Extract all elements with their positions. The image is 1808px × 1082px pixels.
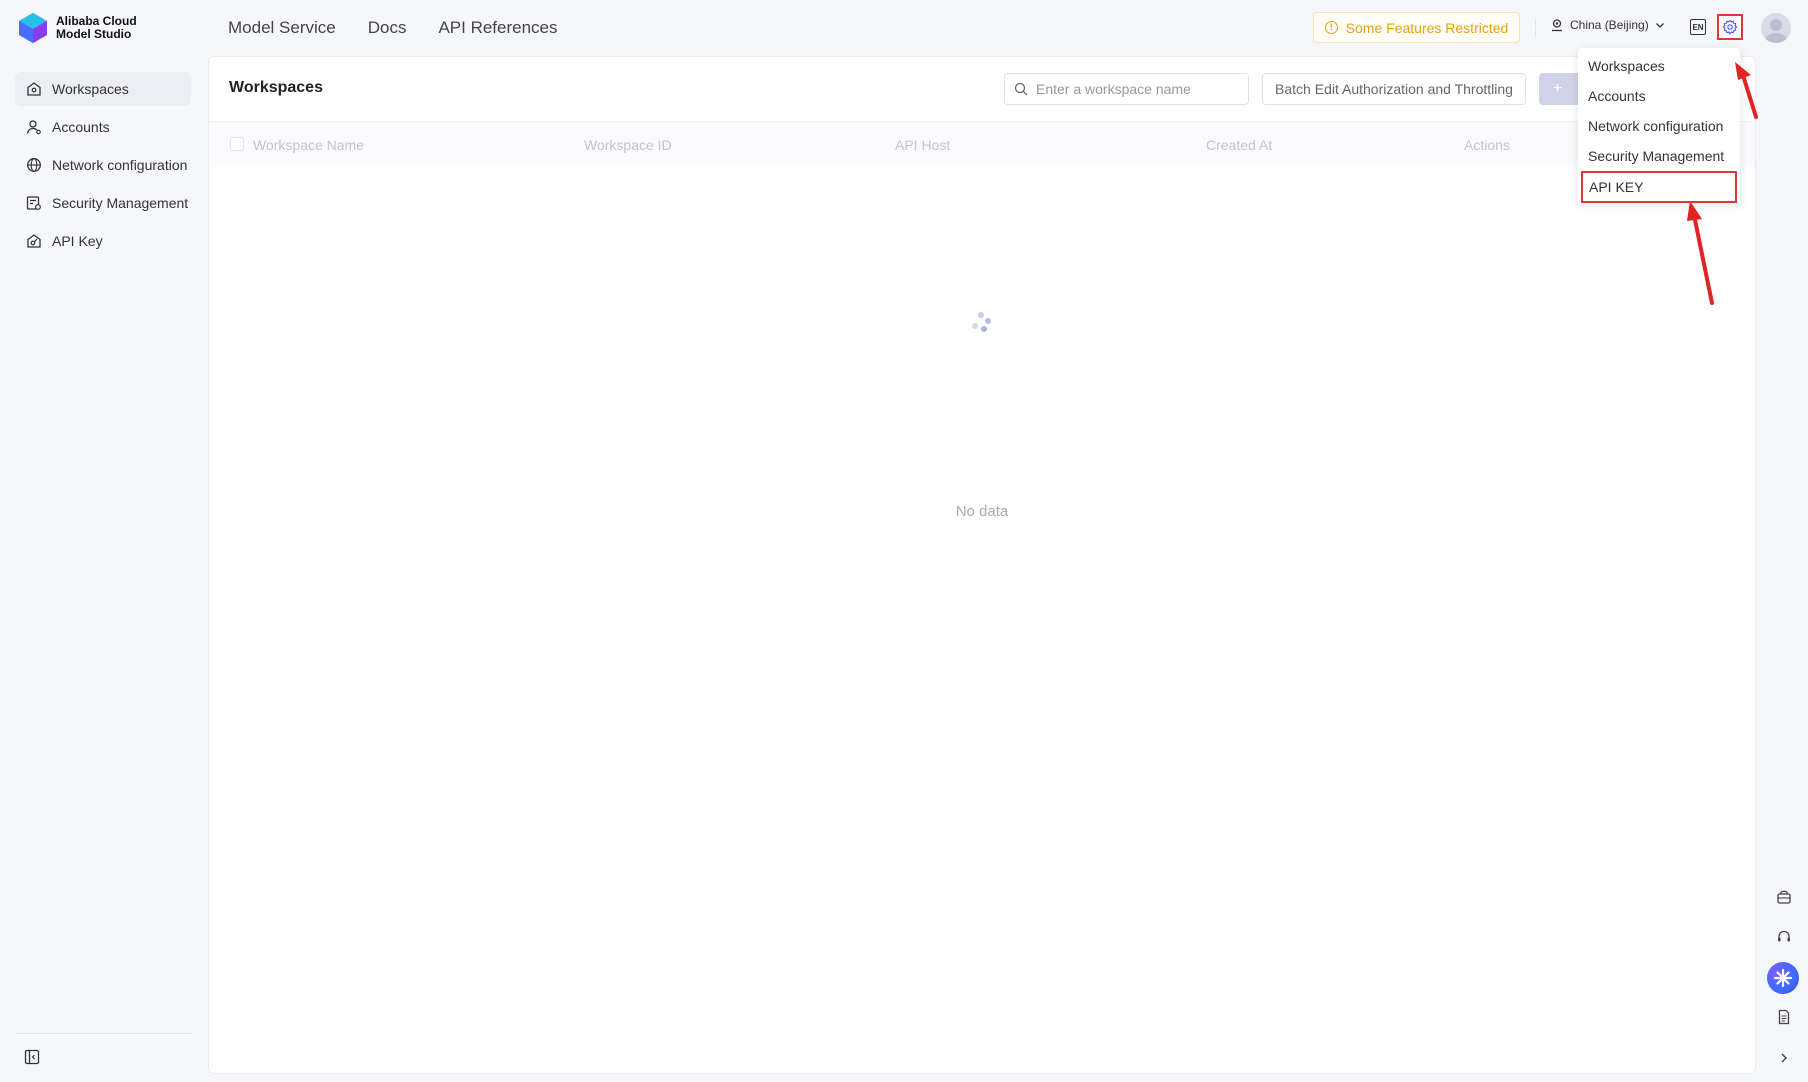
menu-item-network-configuration[interactable]: Network configuration <box>1578 111 1740 141</box>
page-title: Workspaces <box>229 79 323 96</box>
location-pin-icon <box>1552 19 1562 32</box>
column-workspace-name: Workspace Name <box>253 137 365 153</box>
column-api-host: API Host <box>895 137 951 153</box>
batch-edit-button[interactable]: Batch Edit Authorization and Throttling <box>1262 73 1526 105</box>
key-icon <box>27 234 41 248</box>
nav-model-service[interactable]: Model Service <box>228 18 336 38</box>
top-nav: Model Service Docs API References <box>228 18 558 38</box>
floating-expand-button[interactable] <box>1775 1049 1793 1067</box>
menu-item-api-key[interactable]: API KEY <box>1581 171 1737 203</box>
sidebar-item-label: Accounts <box>52 119 110 135</box>
sidebar-item-accounts[interactable]: Accounts <box>15 110 191 144</box>
search-icon <box>1014 82 1028 96</box>
bag-icon <box>1777 890 1791 904</box>
user-icon <box>26 120 41 135</box>
sparkle-icon <box>1773 968 1793 988</box>
avatar-icon <box>1765 19 1787 43</box>
floating-bag-button[interactable] <box>1775 888 1793 906</box>
sidebar-item-label: API Key <box>52 233 103 249</box>
globe-icon <box>27 158 41 172</box>
table-header: Workspace Name Workspace ID API Host Cre… <box>209 122 1755 167</box>
menu-item-security-management[interactable]: Security Management <box>1578 141 1740 171</box>
sidebar-collapse-icon[interactable] <box>24 1049 40 1065</box>
chevron-down-icon <box>1655 23 1664 28</box>
column-workspace-id: Workspace ID <box>584 137 672 153</box>
logo-mark-icon <box>19 13 47 43</box>
sidebar-item-label: Workspaces <box>52 81 129 97</box>
nav-api-references[interactable]: API References <box>438 18 557 38</box>
workspace-search[interactable] <box>1004 73 1249 105</box>
document-icon <box>1778 1009 1790 1025</box>
column-actions: Actions <box>1464 137 1510 153</box>
region-selector[interactable]: China (Beijing) <box>1550 18 1665 32</box>
brand-logo[interactable]: Alibaba Cloud Model Studio <box>18 12 137 44</box>
select-all-checkbox[interactable] <box>230 137 244 151</box>
workspaces-panel: Workspaces Batch Edit Authorization and … <box>208 56 1756 1074</box>
sidebar-divider <box>15 1033 191 1034</box>
settings-dropdown-menu: Workspaces Accounts Network configuratio… <box>1578 48 1740 203</box>
menu-item-workspaces[interactable]: Workspaces <box>1578 51 1740 81</box>
sidebar-item-security-management[interactable]: Security Management <box>15 186 191 220</box>
sidebar-item-label: Security Management <box>52 195 189 211</box>
region-label: China (Beijing) <box>1570 18 1649 32</box>
sidebar-item-workspaces[interactable]: Workspaces <box>15 72 191 106</box>
brand-name: Alibaba Cloud Model Studio <box>56 15 137 41</box>
workspace-search-input[interactable] <box>1036 81 1236 97</box>
sidebar-item-label: Network configuration <box>52 157 188 173</box>
features-restricted-button[interactable]: ! Some Features Restricted <box>1313 12 1520 43</box>
header-divider <box>1535 19 1536 37</box>
empty-state-text: No data <box>955 503 1009 520</box>
headset-icon <box>1778 930 1790 942</box>
column-created-at: Created At <box>1206 137 1273 153</box>
ai-assistant-button[interactable] <box>1767 962 1799 994</box>
chevron-right-icon <box>1781 1053 1787 1063</box>
loading-spinner-icon <box>972 312 991 332</box>
sidebar-item-api-key[interactable]: API Key <box>15 224 191 258</box>
shield-icon <box>26 196 41 210</box>
app-root: Alibaba Cloud Model Studio Model Service… <box>0 0 1808 1082</box>
language-switch-button[interactable]: EN <box>1690 19 1706 35</box>
floating-support-button[interactable] <box>1775 928 1793 946</box>
sidebar: Workspaces Accounts Network configuratio… <box>0 56 205 1082</box>
menu-item-accounts[interactable]: Accounts <box>1578 81 1740 111</box>
sidebar-item-network-configuration[interactable]: Network configuration <box>15 148 191 182</box>
workspace-icon <box>27 82 41 96</box>
nav-docs[interactable]: Docs <box>368 18 407 38</box>
gear-icon <box>1722 19 1738 35</box>
features-restricted-label: Some Features Restricted <box>1345 19 1509 36</box>
brand-line-2: Model Studio <box>56 27 132 41</box>
floating-docs-button[interactable] <box>1775 1008 1793 1026</box>
top-header: Alibaba Cloud Model Studio Model Service… <box>0 0 1808 56</box>
settings-button[interactable] <box>1717 14 1743 40</box>
warning-icon: ! <box>1324 21 1338 34</box>
user-avatar[interactable] <box>1761 13 1791 43</box>
